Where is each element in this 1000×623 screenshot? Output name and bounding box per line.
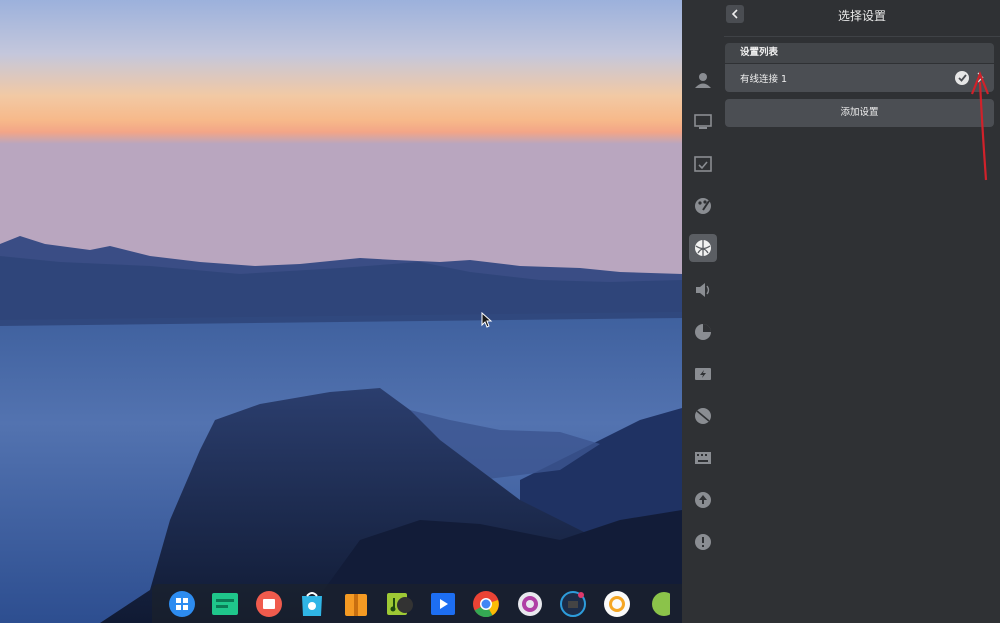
- add-settings-button[interactable]: 添加设置: [725, 99, 994, 127]
- network-icon[interactable]: [689, 234, 717, 262]
- chrome-icon[interactable]: [465, 584, 509, 623]
- annotation-arrow-icon: [970, 71, 990, 181]
- settings-icon[interactable]: [508, 584, 552, 623]
- connection-name: 有线连接 1: [740, 74, 788, 85]
- dock: [152, 584, 682, 623]
- mouse-cursor-icon: [481, 312, 493, 328]
- settings-group: 设置列表 有线连接 1 添加设置: [725, 43, 994, 127]
- settings-list-header: 设置列表: [725, 43, 994, 63]
- control-center-panel: 选择设置 设置列表 有线连接 1 添加设置: [682, 0, 1000, 623]
- update-icon[interactable]: [689, 486, 717, 514]
- file-manager-icon[interactable]: [204, 584, 248, 623]
- info-icon[interactable]: [689, 528, 717, 556]
- desktop-wallpaper: [0, 0, 682, 623]
- personalization-icon[interactable]: [689, 192, 717, 220]
- wired-connection-item[interactable]: 有线连接 1: [725, 64, 994, 92]
- music-icon[interactable]: [378, 584, 422, 623]
- time-icon[interactable]: [689, 318, 717, 346]
- launcher-icon[interactable]: [160, 584, 204, 623]
- account-icon[interactable]: [689, 66, 717, 94]
- mouse-icon[interactable]: [689, 402, 717, 430]
- panel-header: 选择设置: [724, 0, 1000, 37]
- archive-icon[interactable]: [334, 584, 378, 623]
- video-icon[interactable]: [421, 584, 465, 623]
- browser-icon[interactable]: [552, 584, 596, 623]
- sound-icon[interactable]: [689, 276, 717, 304]
- keyboard-icon[interactable]: [689, 444, 717, 472]
- page-title: 选择设置: [837, 9, 886, 23]
- camera-icon[interactable]: [595, 584, 639, 623]
- screenshot-icon[interactable]: [247, 584, 291, 623]
- display-icon[interactable]: [689, 108, 717, 136]
- partial-app-icon[interactable]: [639, 584, 683, 623]
- default-apps-icon[interactable]: [689, 150, 717, 178]
- power-icon[interactable]: [689, 360, 717, 388]
- app-store-icon[interactable]: [291, 584, 335, 623]
